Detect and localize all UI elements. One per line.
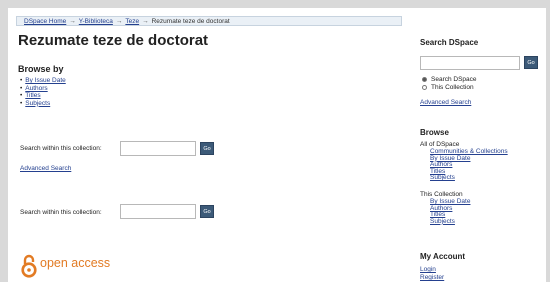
radio-unselected-icon[interactable] [422,84,427,90]
this-collection-label: This Collection [420,191,463,198]
list-item: Authors [20,85,66,93]
breadcrumb-separator: → [142,18,149,25]
browse-by-list: By Issue Date Authors Titles Subjects [20,77,66,108]
collection-search-input[interactable] [120,141,196,156]
sidebar-advanced-search-link[interactable]: Advanced Search [420,99,471,106]
collection-search-input[interactable] [120,204,196,219]
browse-subjects-link[interactable]: Subjects [430,174,455,182]
list-item: By Issue Date [20,77,65,85]
browse-subjects-link[interactable]: Subjects [25,100,50,107]
list-item: Titles [20,92,66,100]
search-scope-label: This Collection [431,84,474,91]
browse-by-heading: Browse by [18,64,64,74]
search-scope-label: Search DSpace [431,76,477,83]
collection-search-go-button[interactable]: Go [200,205,214,218]
page-title: Rezumate teze de doctorat [18,32,209,49]
all-of-dspace-label: All of DSpace [420,141,460,148]
list-item: Subjects [430,175,508,182]
browse-titles-link[interactable]: Titles [25,92,40,99]
my-account-heading: My Account [420,252,466,261]
breadcrumb-theses-link[interactable]: Teze [125,18,139,25]
search-scope-dspace-option[interactable]: Search DSpace [422,76,477,83]
register-link[interactable]: Register [420,274,444,281]
sidebar-search-go-button[interactable]: Go [524,56,538,69]
breadcrumb: DSpace Home → Y-Biblioteca → Teze → Rezumate t… [16,16,402,26]
list-item: Subjects [20,100,66,108]
breadcrumb-separator: → [69,18,76,25]
collection-search-label: Search within this collection: [20,209,102,216]
list-item: Subjects [430,218,470,226]
breadcrumb-current: Rezumate teze de doctorat [151,18,230,25]
page: DSpace Home → Y-Biblioteca → Teze → Rezumate t… [8,8,546,282]
all-of-dspace-list: Communities & Collections By Issue Date … [430,148,508,182]
collection-search-go-button[interactable]: Go [200,142,214,155]
browse-heading: Browse [420,128,449,137]
collection-search-label: Search within this collection: [20,145,102,152]
login-link[interactable]: Login [420,266,436,273]
breadcrumb-library-link[interactable]: Y-Biblioteca [79,18,113,25]
collection-browse-subjects-link[interactable]: Subjects [430,218,455,225]
breadcrumb-separator: → [115,18,123,25]
browse-authors-link[interactable]: Authors [25,85,47,92]
sidebar-search-input[interactable] [420,56,520,70]
open-access-text: open access [40,256,111,270]
this-collection-list: By Issue Date Authors Titles Subjects [430,198,470,226]
collection-search-top: Search within this collection: [20,145,102,152]
breadcrumb-home-link[interactable]: DSpace Home [24,18,66,25]
advanced-search-link[interactable]: Advanced Search [20,165,71,172]
collection-search-bottom: Search within this collection: [20,209,102,216]
search-dspace-heading: Search DSpace [420,38,479,47]
browse-by-issue-date-link[interactable]: By Issue Date [25,77,65,84]
search-scope-collection-option[interactable]: This Collection [422,84,474,91]
radio-selected-icon[interactable] [422,76,427,82]
open-access-lock-icon [21,254,37,278]
